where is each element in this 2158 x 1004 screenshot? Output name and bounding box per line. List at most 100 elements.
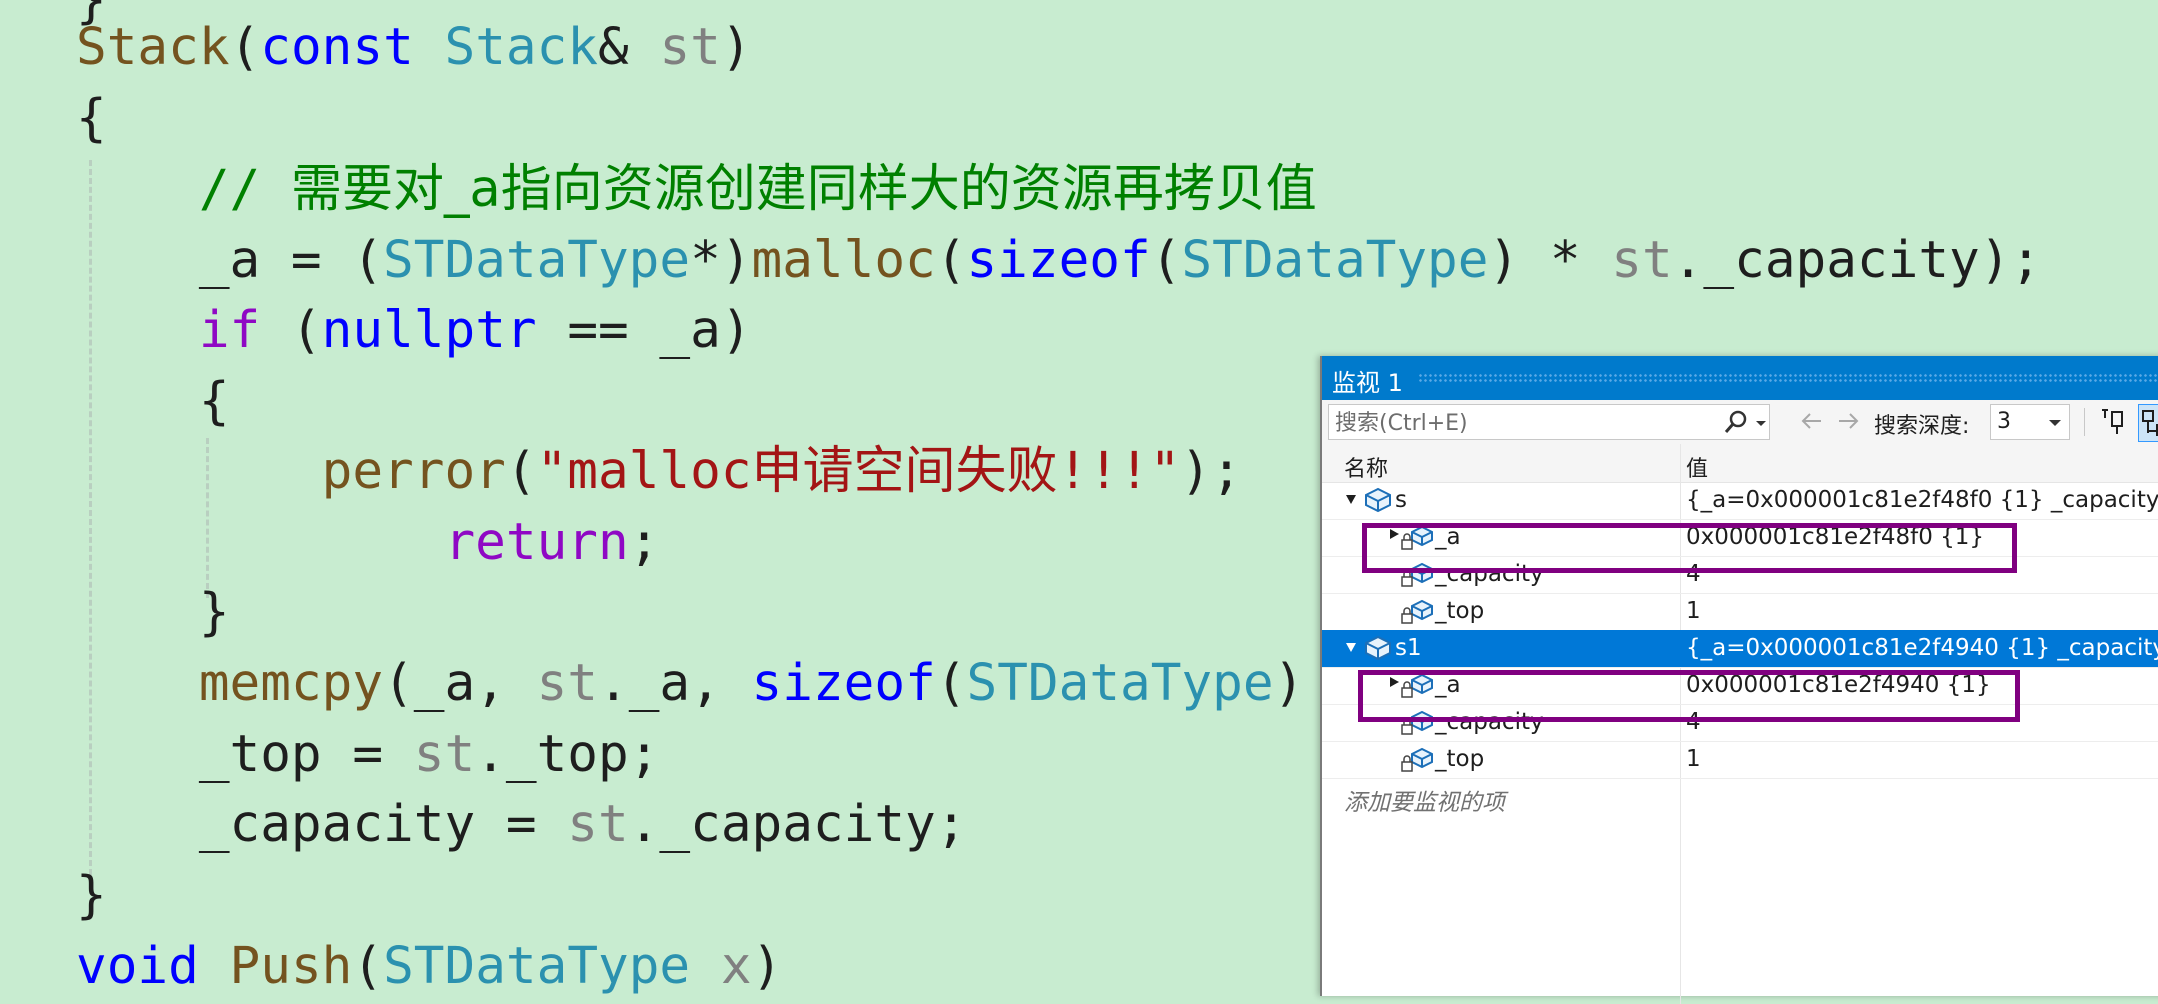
code-line: Stack(const Stack& st) — [76, 13, 752, 83]
pin-icon[interactable] — [2098, 406, 2130, 438]
watch-row-value[interactable]: 1 — [1686, 598, 1701, 624]
expanded-arrow-icon[interactable] — [1346, 643, 1356, 652]
code-token-plain: == _a) — [536, 301, 752, 360]
expanded-arrow-icon[interactable] — [1346, 495, 1356, 504]
code-line: { — [76, 367, 230, 437]
code-token-comment-cjk: 需要对_a指向资源创建同样大的资源再拷贝值 — [290, 160, 1317, 219]
depth-value: 3 — [1997, 409, 2011, 434]
forward-arrow-icon[interactable] — [1834, 406, 1864, 436]
code-token-ctrl: if — [198, 301, 261, 360]
code-token-param: st — [536, 654, 599, 713]
code-token-ctrl: return — [444, 513, 629, 572]
search-box[interactable] — [1328, 404, 1770, 441]
code-token-plain: _capacity = — [76, 795, 568, 854]
code-line: _a = (STDataType*)malloc(sizeof(STDataTy… — [76, 226, 2041, 296]
chevron-down-icon[interactable] — [1753, 408, 1769, 438]
column-value-header[interactable]: 值 — [1686, 451, 1708, 483]
code-token-plain: ._capacity); — [1672, 231, 2042, 290]
private-field-icon — [1400, 596, 1434, 626]
watch-row-value[interactable]: {_a=0x000001c81e2f4940 {1} _capacity=4 — [1686, 635, 2158, 661]
watch-toolbar: 搜索深度: 3 — [1322, 400, 2158, 444]
column-name-header[interactable]: 名称 — [1344, 451, 1388, 483]
highlight-box-s-a — [1362, 523, 2017, 573]
watch-row-name: _top — [1435, 598, 1485, 624]
code-line: } — [76, 861, 107, 931]
code-token-plain: } — [76, 583, 230, 642]
code-token-str: "malloc申请空间失败!!!" — [536, 442, 1181, 501]
code-token-fn: memcpy — [198, 654, 384, 713]
code-line: perror("malloc申请空间失败!!!"); — [76, 437, 1242, 507]
code-token-type: STDataType — [966, 654, 1274, 713]
code-token-param: st — [1611, 231, 1673, 290]
code-token-plain: ( — [229, 18, 261, 77]
code-token-type: STDataType — [1181, 231, 1489, 290]
code-token-plain: & — [598, 18, 660, 77]
code-token-fn: Stack — [76, 18, 230, 77]
code-line: return; — [76, 508, 659, 578]
code-token-plain: ._a, — [598, 654, 752, 713]
code-token-plain: *) — [690, 231, 752, 290]
depth-select[interactable]: 3 — [1990, 404, 2070, 440]
code-token-param: st — [413, 725, 476, 784]
code-token-plain: { — [76, 372, 230, 431]
toolbar-divider — [2084, 408, 2085, 436]
code-line: } — [76, 578, 230, 648]
code-token-plain: ( — [1150, 231, 1182, 290]
code-token-type: STDataType — [383, 231, 691, 290]
code-token-plain: ._capacity; — [628, 795, 967, 854]
expand-tree-icon[interactable] — [2138, 404, 2158, 442]
watch-titlebar[interactable]: 监视 1 — [1322, 356, 2158, 400]
watch-row-name: s1 — [1395, 635, 1422, 661]
code-token-kw: nullptr — [321, 301, 537, 360]
code-line: _capacity = st._capacity; — [76, 790, 967, 860]
highlight-box-s1-a — [1358, 670, 2020, 722]
add-watch-row[interactable]: 添加要监视的项 — [1322, 778, 2158, 817]
title-grip[interactable] — [1418, 373, 2158, 383]
code-token-param: st — [659, 18, 721, 77]
back-arrow-icon[interactable] — [1796, 406, 1826, 436]
watch-row[interactable]: _top 1 — [1322, 741, 2158, 779]
code-line: { — [76, 84, 107, 154]
watch-row[interactable]: _top 1 — [1322, 593, 2158, 631]
code-token-plain: ) * — [1488, 231, 1612, 290]
code-token-type: STDataType — [383, 937, 691, 996]
code-token-plain: ( — [935, 654, 967, 713]
code-token-fn: perror — [321, 442, 506, 501]
watch-row[interactable]: s {_a=0x000001c81e2f48f0 {1} _capacity=4 — [1322, 482, 2158, 520]
code-token-plain: ) — [720, 18, 752, 77]
search-icon[interactable] — [1721, 408, 1751, 438]
code-token-plain: { — [76, 89, 107, 148]
watch-row-value[interactable]: 1 — [1686, 746, 1701, 772]
code-token-plain: } — [76, 866, 107, 925]
code-token-plain: ._top; — [475, 725, 660, 784]
code-token-plain: ( — [352, 937, 384, 996]
watch-row[interactable]: s1 {_a=0x000001c81e2f4940 {1} _capacity=4 — [1322, 630, 2158, 668]
code-line: if (nullptr == _a) — [76, 296, 752, 366]
code-line: _top = st._top; — [76, 720, 660, 790]
watch-title: 监视 1 — [1332, 369, 1403, 397]
watch-row-value[interactable]: {_a=0x000001c81e2f48f0 {1} _capacity=4 — [1686, 487, 2158, 513]
code-token-plain: ( — [505, 442, 537, 501]
depth-label: 搜索深度: — [1874, 414, 1970, 439]
code-token-plain: ; — [628, 513, 660, 572]
code-token-plain: ( — [260, 301, 322, 360]
code-token-plain: _a = ( — [76, 231, 384, 290]
code-line: void Push(STDataType x) — [76, 932, 782, 1002]
search-input[interactable] — [1329, 405, 1717, 441]
code-token-comment: // — [198, 160, 291, 219]
code-token-plain: ) — [751, 937, 783, 996]
code-token-fn: Push — [229, 937, 353, 996]
add-watch-item[interactable]: 添加要监视的项 — [1344, 783, 1505, 817]
watch-row-name: _top — [1435, 746, 1485, 772]
code-token-plain: _top = — [76, 725, 414, 784]
code-token-fn: malloc — [751, 231, 936, 290]
code-token-kw: void — [76, 937, 199, 996]
object-icon — [1360, 485, 1394, 515]
